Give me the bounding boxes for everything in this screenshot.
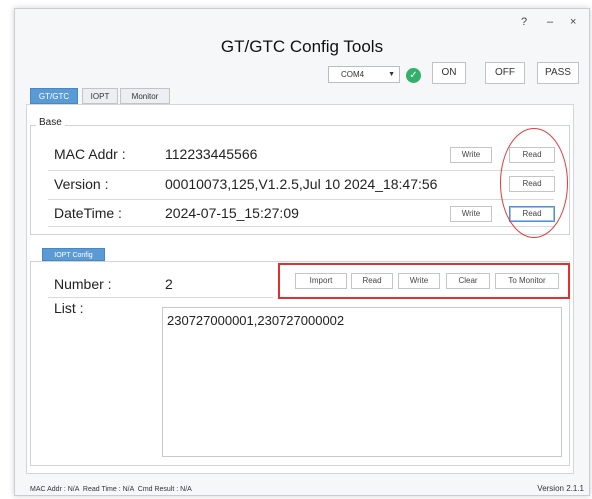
version-value: 00010073,125,V1.2.5,Jul 10 2024_18:47:56 — [165, 176, 438, 192]
row-divider — [48, 199, 554, 200]
list-textarea[interactable]: 230727000001,230727000002 — [162, 307, 562, 457]
check-circle-icon: ✓ — [406, 68, 421, 83]
version-label: Version : — [54, 176, 109, 192]
tab-monitor[interactable]: Monitor — [120, 88, 170, 104]
version-label: Version 2.1.1 — [537, 484, 584, 493]
window-title: GT/GTC Config Tools — [220, 37, 384, 56]
row-divider — [48, 297, 273, 298]
list-label: List : — [54, 300, 84, 316]
com-port-value: COM4 — [341, 70, 365, 79]
number-value: 2 — [165, 276, 173, 292]
mac-addr-value: 112233445566 — [165, 146, 258, 162]
pass-button[interactable]: PASS — [537, 62, 579, 84]
datetime-label: DateTime : — [54, 205, 122, 221]
datetime-value: 2024-07-15_15:27:09 — [165, 205, 299, 221]
to-monitor-button[interactable]: To Monitor — [495, 273, 559, 289]
datetime-write-button[interactable]: Write — [450, 206, 492, 222]
mac-addr-write-button[interactable]: Write — [450, 147, 492, 163]
iopt-read-button[interactable]: Read — [351, 273, 393, 289]
iopt-write-button[interactable]: Write — [398, 273, 440, 289]
import-button[interactable]: Import — [295, 273, 347, 289]
read-buttons-highlight — [500, 128, 568, 238]
row-divider — [48, 170, 554, 171]
minimize-icon[interactable]: – — [547, 16, 553, 28]
chevron-down-icon: ▼ — [388, 71, 395, 78]
number-label: Number : — [54, 276, 112, 292]
base-group-label: Base — [36, 117, 65, 128]
mac-addr-label: MAC Addr : — [54, 146, 126, 162]
help-icon[interactable]: ? — [521, 16, 527, 28]
close-icon[interactable]: × — [570, 16, 576, 28]
tab-gt-gtc[interactable]: GT/GTC — [30, 88, 78, 104]
status-bar-text: MAC Addr : N/A Read Time : N/A Cmd Resul… — [30, 486, 192, 493]
com-port-select[interactable]: COM4 ▼ — [328, 66, 400, 83]
iopt-config-label: IOPT Config — [42, 248, 105, 261]
tab-iopt[interactable]: IOPT — [82, 88, 118, 104]
off-button[interactable]: OFF — [485, 62, 525, 84]
on-button[interactable]: ON — [432, 62, 466, 84]
clear-button[interactable]: Clear — [446, 273, 490, 289]
row-divider — [48, 226, 554, 227]
